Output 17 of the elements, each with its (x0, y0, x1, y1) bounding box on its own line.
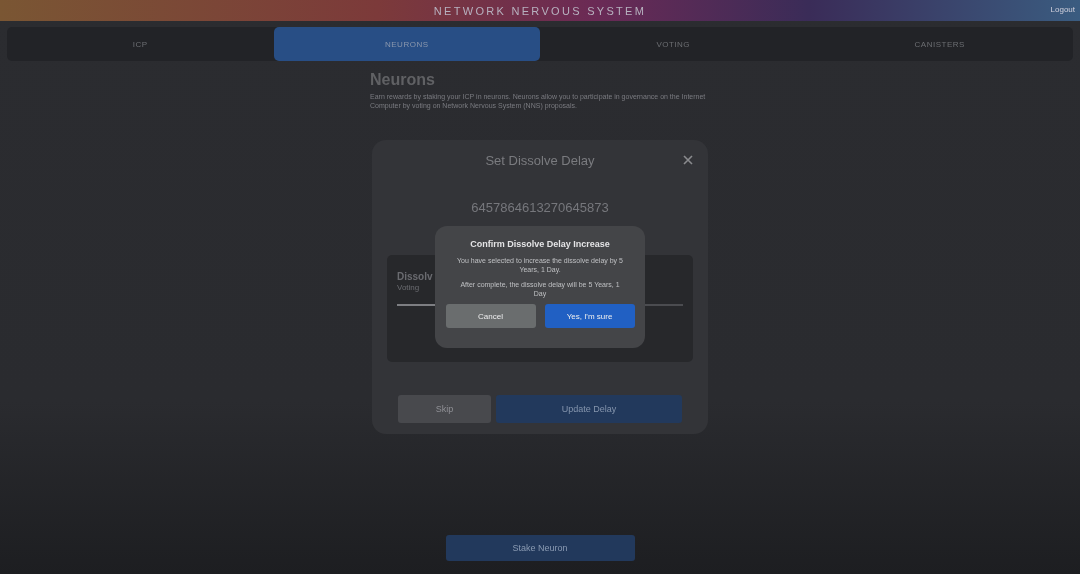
nav-tab[interactable]: VOTING (540, 27, 807, 61)
logout-link[interactable]: Logout (1050, 5, 1075, 14)
cancel-button[interactable]: Cancel (445, 304, 536, 328)
app-title: NETWORK NERVOUS SYSTEM (433, 4, 647, 17)
nav-tab[interactable]: ICP (7, 27, 274, 61)
stake-neuron-button[interactable]: Stake Neuron (445, 535, 635, 561)
confirm-button[interactable]: Yes, I'm sure (544, 304, 635, 328)
nav-tab[interactable]: NEURONS (273, 27, 540, 61)
dialog-title: Set Dissolve Delay (485, 152, 595, 168)
panel-sublabel: Voting (397, 283, 420, 292)
nav-tab[interactable]: CANISTERS (806, 27, 1073, 61)
panel-label: Dissolv (397, 271, 434, 282)
skip-button[interactable]: Skip (398, 395, 491, 423)
confirm-title: Confirm Dissolve Delay Increase (470, 239, 610, 249)
neuron-id: 6457864613270645873 (471, 200, 609, 215)
update-delay-button[interactable]: Update Delay (496, 395, 682, 423)
close-button[interactable] (682, 154, 694, 166)
